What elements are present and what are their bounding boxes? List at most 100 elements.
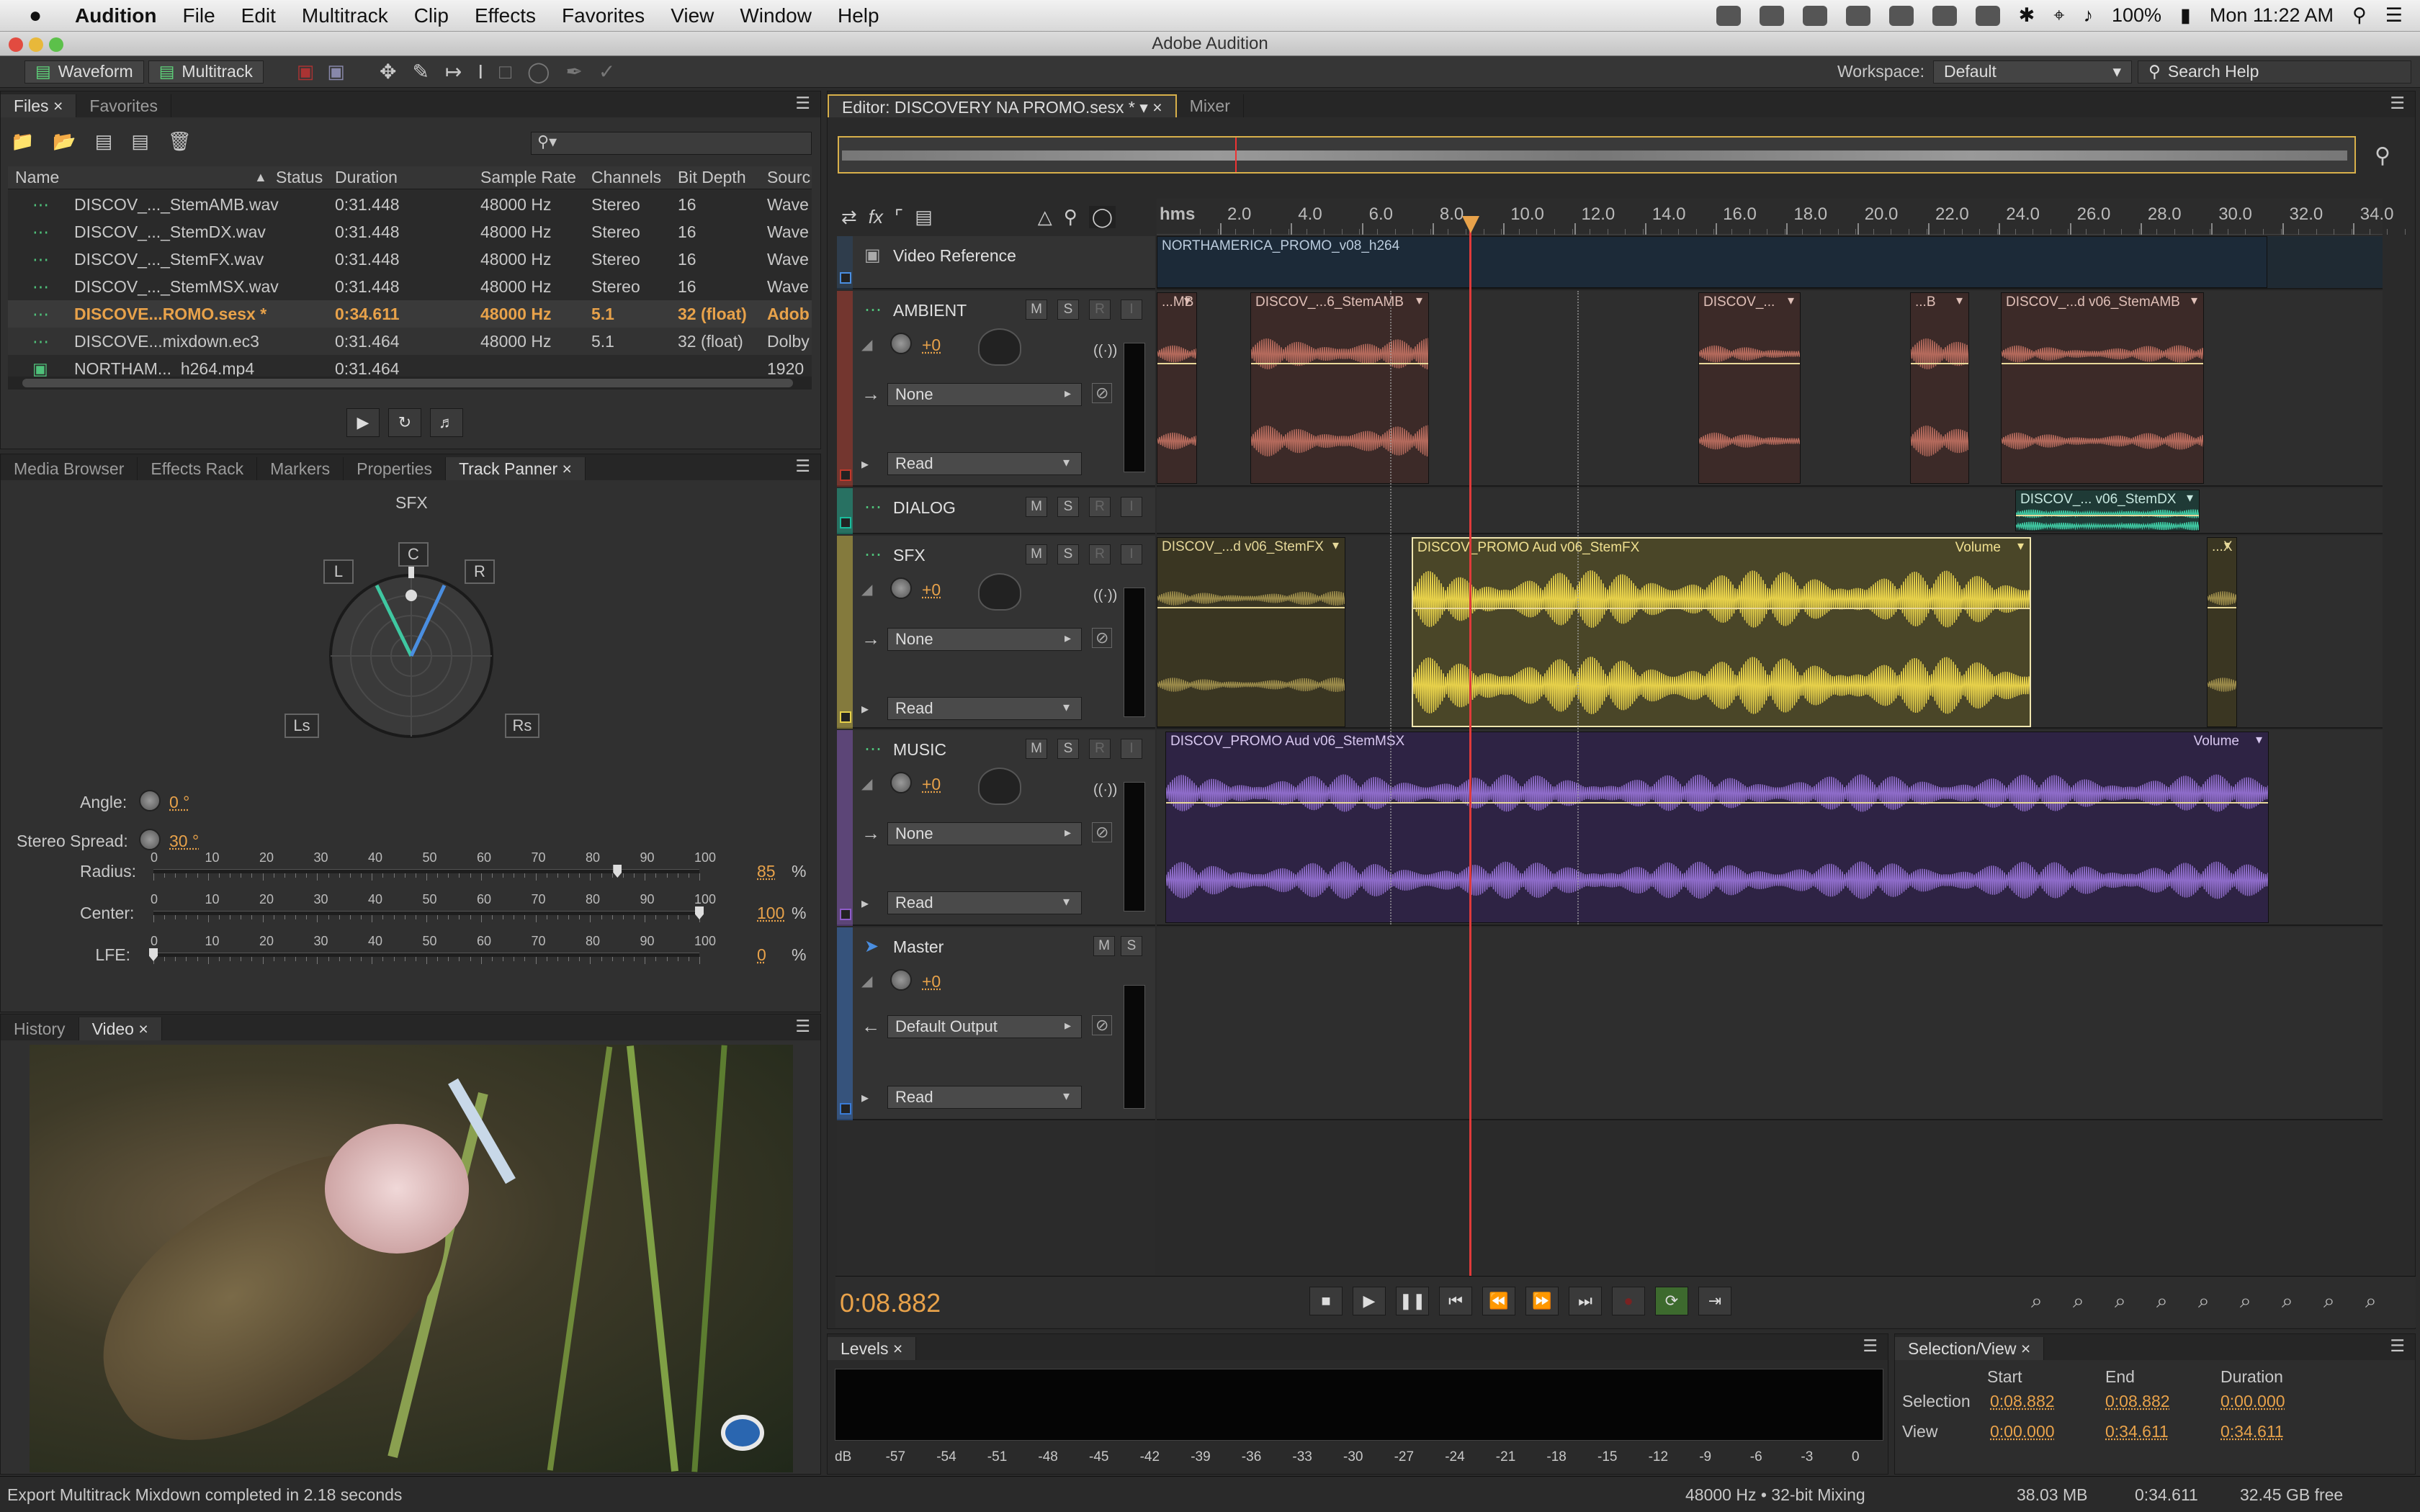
clock[interactable]: Mon 11:22 AM	[2210, 4, 2334, 27]
auto-play-icon[interactable]: ♬	[430, 408, 463, 437]
phase-invert-icon[interactable]: ⊘	[1092, 383, 1113, 403]
track-name[interactable]: SFX	[893, 546, 926, 565]
video-clip[interactable]: NORTHAMERICA_PROMO_v08_h264	[1157, 236, 2267, 288]
stop-button[interactable]: ■	[1309, 1287, 1343, 1315]
volume-value[interactable]: +0	[922, 775, 941, 794]
clip-volume-line[interactable]	[1911, 362, 1968, 364]
zoom-out-amplitude-icon[interactable]: ⌕	[2073, 1290, 2084, 1313]
panel-menu-icon[interactable]: ☰	[2390, 94, 2405, 113]
panel-menu-icon[interactable]: ☰	[2390, 1336, 2405, 1356]
tab-mixer[interactable]: Mixer	[1177, 94, 1244, 117]
expand-triangle-icon[interactable]: ▸	[861, 455, 869, 473]
current-time-display[interactable]: 0:08.882	[840, 1288, 941, 1318]
pitch-display-icon[interactable]: ▣	[327, 60, 345, 83]
time-machine-icon[interactable]	[1975, 5, 2000, 26]
battery-percent[interactable]: 100%	[2112, 4, 2161, 27]
volume-value[interactable]: +0	[922, 972, 941, 991]
selection-duration[interactable]: 0:00.000	[2220, 1392, 2285, 1411]
sends-icon[interactable]: ⌜	[895, 206, 903, 228]
creative-cloud-icon[interactable]	[1845, 5, 1870, 26]
track-s-button[interactable]: S	[1057, 497, 1079, 517]
lasso-tool-icon[interactable]: ◯	[527, 60, 550, 84]
panel-menu-icon[interactable]: ☰	[1863, 1336, 1878, 1356]
skip-selection-button[interactable]: ⇥	[1698, 1287, 1731, 1315]
stereo-icon[interactable]: ((·))	[1093, 782, 1117, 798]
clip-menu-chevron-icon[interactable]: ▾	[2017, 539, 2024, 554]
pan-puck[interactable]	[405, 590, 417, 601]
sfx-clip[interactable]: DISCOV_...d v06_StemFX ▾	[1157, 537, 1345, 727]
loop-preview-icon[interactable]: ↻	[388, 408, 421, 437]
sfx-clip[interactable]: ...X ▾	[2207, 537, 2237, 727]
col-name[interactable]: Name	[15, 168, 59, 187]
automation-mode-select[interactable]: Read	[887, 697, 1082, 720]
slider-thumb[interactable]	[149, 948, 158, 961]
stereo-spread-knob[interactable]	[139, 829, 161, 850]
ambient-clip[interactable]: DISCOV_...6_StemAMB ▾	[1250, 292, 1429, 484]
expand-triangle-icon[interactable]: ▸	[861, 1089, 869, 1107]
notification-center-icon[interactable]: ☰	[2385, 4, 2403, 27]
ambient-clip[interactable]: DISCOV_... ▾	[1698, 292, 1801, 484]
volume-knob[interactable]	[890, 333, 912, 354]
track-r-button[interactable]: R	[1089, 544, 1111, 564]
track-i-button[interactable]: I	[1121, 739, 1142, 759]
menu-view[interactable]: View	[671, 4, 714, 27]
drive-icon[interactable]	[1759, 5, 1784, 26]
track-i-button[interactable]: I	[1121, 300, 1142, 320]
webcam-icon[interactable]	[1888, 5, 1914, 26]
track-m-button[interactable]: M	[1026, 300, 1047, 320]
view-start[interactable]: 0:00.000	[1990, 1422, 2055, 1441]
surround-pan-knob[interactable]	[978, 573, 1021, 611]
sync-icon[interactable]	[1716, 5, 1741, 26]
volume-icon[interactable]: ♪	[2083, 4, 2093, 27]
ambient-clip[interactable]: DISCOV_...d v06_StemAMB ▾	[2001, 292, 2204, 484]
dialog-clip[interactable]: DISCOV_... v06_StemDX ▾	[2015, 490, 2200, 531]
phase-invert-icon[interactable]: ⊘	[1092, 1015, 1113, 1035]
track-select-checkbox[interactable]	[840, 272, 851, 284]
input-select[interactable]: None	[887, 822, 1082, 845]
view-end[interactable]: 0:34.611	[2105, 1422, 2169, 1441]
new-file-icon[interactable]: ▤	[95, 130, 113, 153]
automation-mode-select[interactable]: Read	[887, 452, 1082, 475]
slip-tool-icon[interactable]: ↦	[445, 60, 462, 84]
rewind-button[interactable]: ⏪	[1482, 1287, 1515, 1315]
metronome-icon[interactable]: △	[1038, 206, 1052, 228]
clip-volume-line[interactable]	[1413, 608, 2030, 609]
tab-favorites[interactable]: Favorites	[76, 94, 171, 117]
col-sample-rate[interactable]: Sample Rate	[480, 168, 576, 187]
track-select-checkbox[interactable]	[840, 711, 851, 723]
track-m-button[interactable]: M	[1026, 544, 1047, 564]
slider-value[interactable]: 85	[757, 862, 776, 881]
clip-menu-chevron-icon[interactable]: ▾	[1332, 538, 1339, 553]
track-lane[interactable]	[1157, 927, 2383, 1120]
playhead[interactable]	[1469, 216, 1471, 1276]
slider-value[interactable]: 100	[757, 904, 784, 923]
track-s-button[interactable]: S	[1121, 936, 1142, 956]
track-r-button[interactable]: R	[1089, 497, 1111, 517]
track-s-button[interactable]: S	[1057, 544, 1079, 564]
slider-value[interactable]: 0	[757, 945, 766, 965]
table-row[interactable]: ⋯ DISCOV_..._StemAMB.wav 0:31.448 48000 Hz S…	[8, 191, 812, 218]
clip-menu-chevron-icon[interactable]: ▾	[1956, 293, 1963, 308]
clip-volume-line[interactable]	[1157, 607, 1345, 608]
table-row[interactable]: ⋯ DISCOV_..._StemFX.wav 0:31.448 48000 Hz St…	[8, 246, 812, 273]
volume-value[interactable]: +0	[922, 580, 941, 600]
apple-menu-icon[interactable]: ●	[29, 4, 58, 28]
table-row[interactable]: ⋯ DISCOVE...ROMO.sesx * 0:34.611 48000 Hz 5.…	[8, 300, 812, 328]
ambient-clip[interactable]: ...MB ▾	[1157, 292, 1197, 484]
zoom-in-track-icon[interactable]: ⌕	[2282, 1290, 2293, 1313]
table-row[interactable]: ⋯ DISCOV_..._StemDX.wav 0:31.448 48000 Hz St…	[8, 218, 812, 246]
import-file-icon[interactable]: 📂	[53, 130, 76, 153]
track-lane[interactable]: DISCOV_...d v06_StemFX ▾ DISCOV_PROMO Aud …	[1157, 536, 2383, 729]
timeline-ruler[interactable]: hms 2.0 4.0 6.0 8.0 10.0 12.0 14.0 16.0 18.0 20.0…	[1157, 199, 2406, 235]
tab-files[interactable]: Files ×	[1, 94, 77, 117]
track-m-button[interactable]: M	[1093, 936, 1115, 956]
track-name[interactable]: MUSIC	[893, 740, 946, 760]
menu-help[interactable]: Help	[838, 4, 879, 27]
tab-properties[interactable]: Properties	[344, 457, 446, 480]
track-name[interactable]: Video Reference	[893, 246, 1016, 266]
clip-volume-line[interactable]	[1251, 362, 1428, 364]
delete-icon[interactable]: 🗑	[168, 130, 192, 153]
track-lane[interactable]: DISCOV_PROMO Aud v06_StemMSX ▾ Volume	[1157, 730, 2383, 926]
surround-pan-knob[interactable]	[978, 328, 1021, 366]
tab-media-browser[interactable]: Media Browser	[1, 457, 138, 480]
